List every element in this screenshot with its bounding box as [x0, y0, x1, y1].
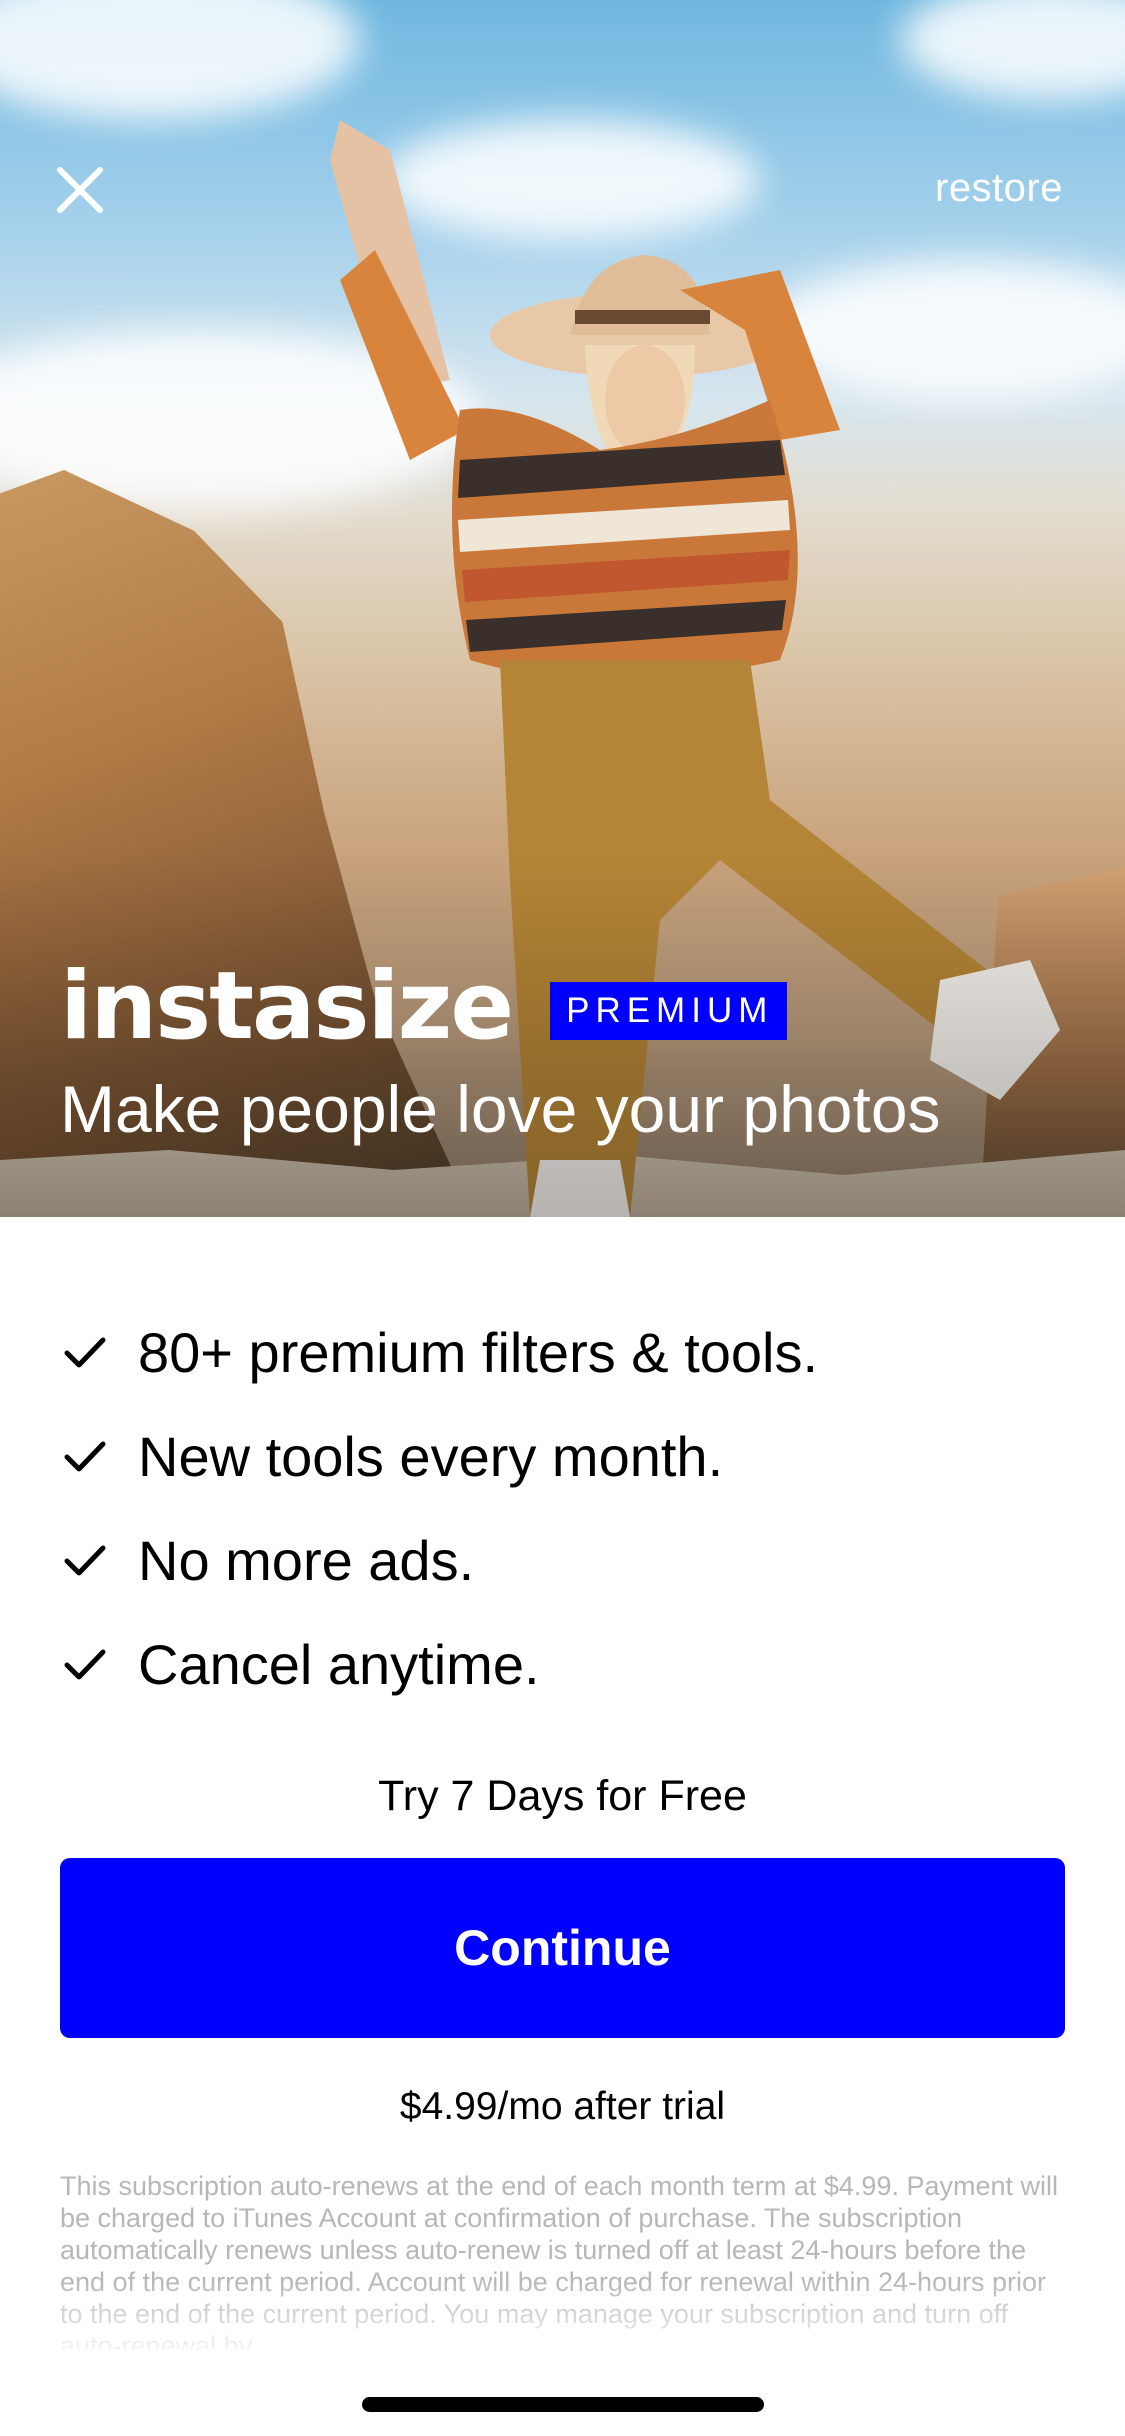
premium-badge: PREMIUM	[550, 982, 788, 1040]
feature-list: 80+ premium filters & tools. New tools e…	[60, 1300, 1060, 1716]
feature-item: No more ads.	[60, 1508, 1060, 1612]
feature-label: No more ads.	[138, 1528, 475, 1592]
close-icon	[57, 167, 103, 213]
feature-label: Cancel anytime.	[138, 1632, 540, 1696]
check-icon	[64, 1441, 106, 1472]
continue-label: Continue	[454, 1920, 671, 1976]
feature-item: Cancel anytime.	[60, 1612, 1060, 1716]
brand-row: instasize PREMIUM	[60, 952, 788, 1061]
tagline: Make people love your photos	[60, 1072, 941, 1146]
check-icon	[64, 1545, 106, 1576]
price-text: $4.99/mo after trial	[399, 2085, 726, 2128]
close-button[interactable]	[52, 162, 108, 218]
check-icon	[64, 1649, 106, 1680]
trial-text: Try 7 Days for Free	[378, 1772, 747, 1820]
instasize-logo: instasize	[60, 952, 514, 1061]
home-indicator[interactable]	[362, 2397, 764, 2412]
check-icon	[64, 1337, 106, 1368]
continue-button[interactable]: Continue	[60, 1858, 1065, 2038]
legal-fade	[0, 2280, 1125, 2360]
restore-button[interactable]: restore	[935, 166, 1063, 211]
feature-label: New tools every month.	[138, 1424, 724, 1488]
feature-label: 80+ premium filters & tools.	[138, 1320, 819, 1384]
feature-item: New tools every month.	[60, 1404, 1060, 1508]
feature-item: 80+ premium filters & tools.	[60, 1300, 1060, 1404]
